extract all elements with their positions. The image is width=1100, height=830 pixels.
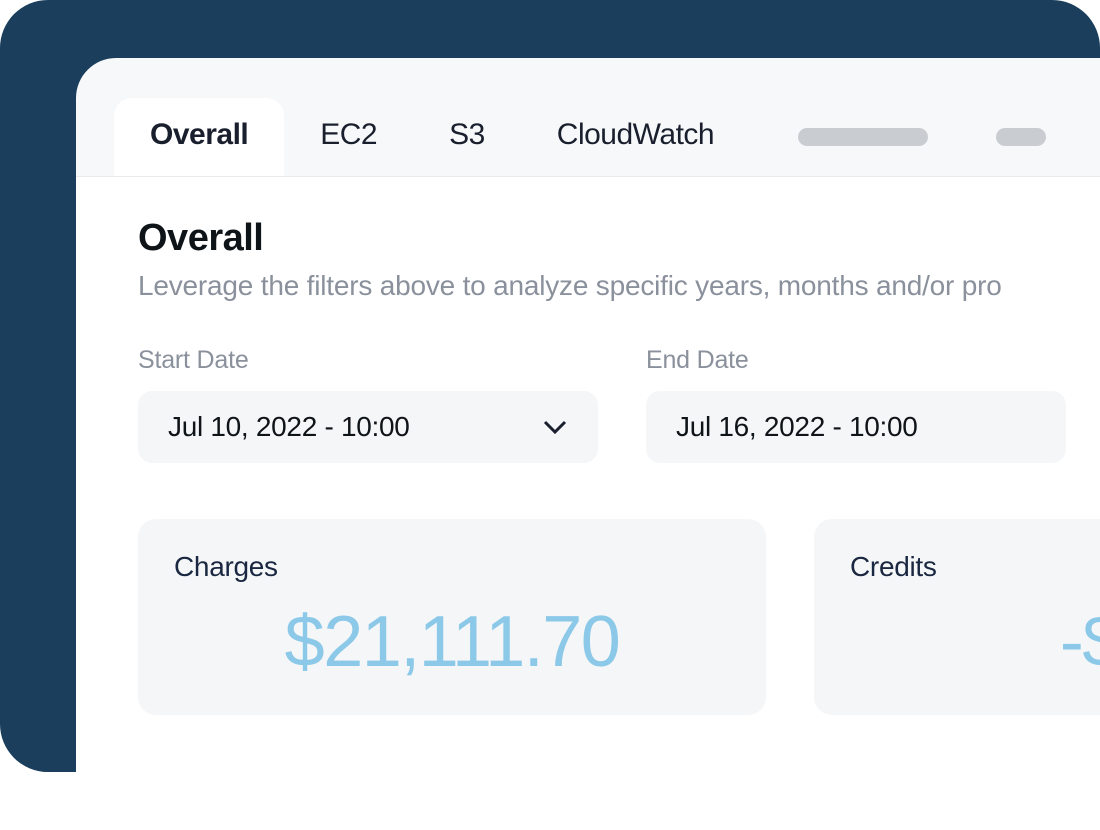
tab-s3[interactable]: S3: [413, 98, 521, 176]
charges-value: $21,111.70: [174, 601, 730, 683]
end-date-value: Jul 16, 2022 - 10:00: [676, 411, 918, 443]
summary-cards: Charges $21,111.70 Credits -$22: [138, 519, 1100, 715]
start-date-group: Start Date Jul 10, 2022 - 10:00: [138, 346, 598, 463]
end-date-group: End Date Jul 16, 2022 - 10:00: [646, 346, 1066, 463]
end-date-label: End Date: [646, 346, 1066, 375]
dashboard-panel: Overall EC2 S3 CloudWatch Overall Levera…: [76, 58, 1100, 830]
credits-card: Credits -$22: [814, 519, 1100, 715]
tab-ec2[interactable]: EC2: [284, 98, 413, 176]
charges-card: Charges $21,111.70: [138, 519, 766, 715]
start-date-value: Jul 10, 2022 - 10:00: [168, 411, 410, 443]
page-title: Overall: [138, 217, 1100, 260]
start-date-label: Start Date: [138, 346, 598, 375]
chevron-down-icon: [542, 414, 568, 440]
date-filters: Start Date Jul 10, 2022 - 10:00 End Date…: [138, 346, 1100, 463]
tab-placeholder: [798, 128, 928, 146]
tab-placeholder: [996, 128, 1046, 146]
outer-frame: Overall EC2 S3 CloudWatch Overall Levera…: [0, 0, 1100, 772]
content-area: Overall Leverage the filters above to an…: [76, 177, 1100, 830]
credits-value: -$22: [850, 601, 1100, 683]
end-date-select[interactable]: Jul 16, 2022 - 10:00: [646, 391, 1066, 463]
page-subtitle: Leverage the filters above to analyze sp…: [138, 270, 1100, 302]
start-date-select[interactable]: Jul 10, 2022 - 10:00: [138, 391, 598, 463]
charges-title: Charges: [174, 551, 730, 583]
credits-title: Credits: [850, 551, 1100, 583]
tabs-row: Overall EC2 S3 CloudWatch: [76, 58, 1100, 177]
tab-overall[interactable]: Overall: [114, 98, 284, 176]
tab-cloudwatch[interactable]: CloudWatch: [521, 98, 750, 176]
